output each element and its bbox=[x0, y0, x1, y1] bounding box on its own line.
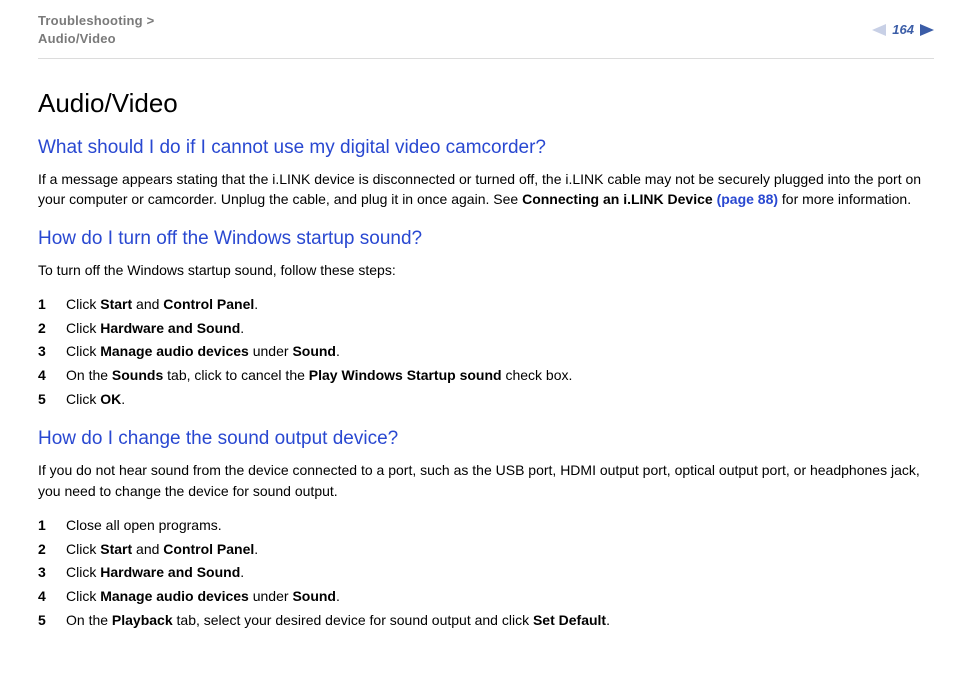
body-text: If a message appears stating that the i.… bbox=[38, 169, 924, 210]
page-number-nav: 164 bbox=[872, 22, 934, 37]
list-item: 5Click OK. bbox=[38, 389, 924, 411]
page-ref-link[interactable]: (page 88) bbox=[717, 191, 778, 207]
list-item: 5On the Playback tab, select your desire… bbox=[38, 610, 924, 632]
body-text: To turn off the Windows startup sound, f… bbox=[38, 260, 924, 280]
step-number: 2 bbox=[38, 318, 46, 340]
list-item: 1Click Start and Control Panel. bbox=[38, 294, 924, 316]
question-heading: How do I turn off the Windows startup so… bbox=[38, 228, 924, 250]
page-header: Troubleshooting > Audio/Video 164 bbox=[38, 12, 934, 59]
step-number: 5 bbox=[38, 389, 46, 411]
next-page-icon[interactable] bbox=[920, 24, 934, 36]
page-title: Audio/Video bbox=[38, 88, 924, 119]
list-item: 3Click Manage audio devices under Sound. bbox=[38, 341, 924, 363]
step-number: 4 bbox=[38, 586, 46, 608]
step-number: 1 bbox=[38, 515, 46, 537]
page-number: 164 bbox=[892, 22, 914, 37]
list-item: 1Close all open programs. bbox=[38, 515, 924, 537]
bold-text: Connecting an i.LINK Device bbox=[522, 191, 716, 207]
prev-page-icon[interactable] bbox=[872, 24, 886, 36]
manual-page: Troubleshooting > Audio/Video 164 Audio/… bbox=[0, 0, 954, 674]
list-item: 4On the Sounds tab, click to cancel the … bbox=[38, 365, 924, 387]
step-number: 3 bbox=[38, 341, 46, 363]
list-item: 2Click Hardware and Sound. bbox=[38, 318, 924, 340]
step-number: 4 bbox=[38, 365, 46, 387]
body-text: If you do not hear sound from the device… bbox=[38, 460, 924, 501]
section-camcorder: What should I do if I cannot use my digi… bbox=[38, 137, 924, 210]
text-run: for more information. bbox=[778, 191, 911, 207]
list-item: 4Click Manage audio devices under Sound. bbox=[38, 586, 924, 608]
breadcrumb: Troubleshooting > Audio/Video bbox=[38, 12, 934, 47]
list-item: 3Click Hardware and Sound. bbox=[38, 562, 924, 584]
steps-list: 1Close all open programs. 2Click Start a… bbox=[38, 515, 924, 631]
breadcrumb-line-2: Audio/Video bbox=[38, 31, 116, 46]
page-content: Audio/Video What should I do if I cannot… bbox=[38, 88, 924, 649]
step-number: 3 bbox=[38, 562, 46, 584]
question-heading: How do I change the sound output device? bbox=[38, 428, 924, 450]
breadcrumb-line-1: Troubleshooting > bbox=[38, 13, 154, 28]
step-number: 5 bbox=[38, 610, 46, 632]
step-number: 1 bbox=[38, 294, 46, 316]
step-number: 2 bbox=[38, 539, 46, 561]
question-heading: What should I do if I cannot use my digi… bbox=[38, 137, 924, 159]
section-output-device: How do I change the sound output device?… bbox=[38, 428, 924, 631]
steps-list: 1Click Start and Control Panel. 2Click H… bbox=[38, 294, 924, 410]
list-item: 2Click Start and Control Panel. bbox=[38, 539, 924, 561]
section-startup-sound: How do I turn off the Windows startup so… bbox=[38, 228, 924, 411]
